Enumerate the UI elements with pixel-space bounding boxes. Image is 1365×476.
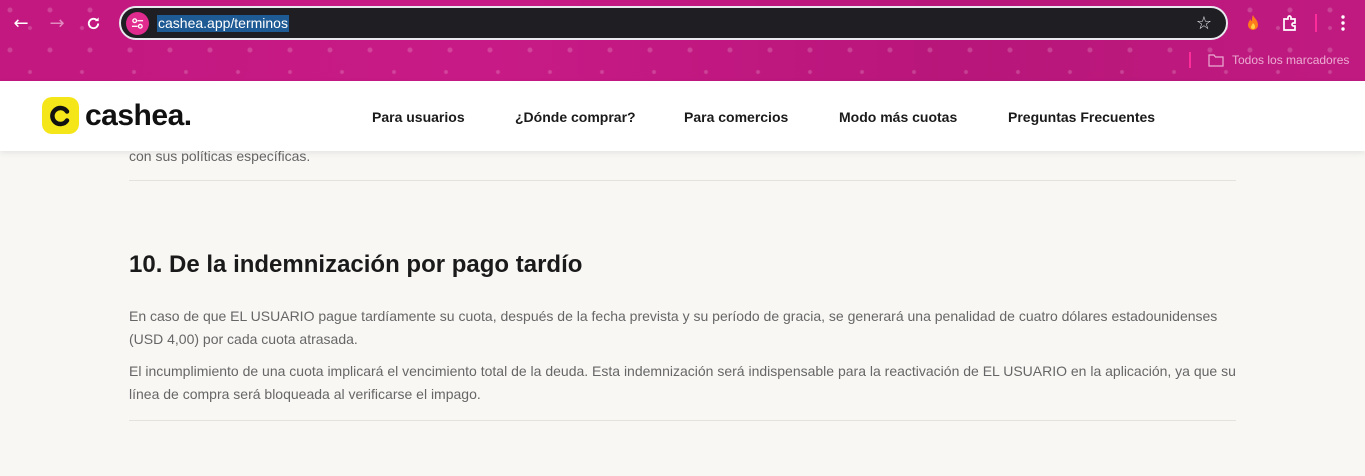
arrow-right-icon: → [49,12,65,34]
fire-extension-icon[interactable] [1240,10,1266,36]
section-divider [129,180,1236,181]
nav-donde-comprar[interactable]: ¿Dónde comprar? [515,109,636,125]
browser-toolbar: ← → cashea.app/terminos ☆ Todos los marc… [0,0,1365,81]
site-header: cashea. Para usuarios ¿Dónde comprar? Pa… [0,81,1365,151]
arrow-left-icon: ← [13,12,29,34]
nav-para-usuarios[interactable]: Para usuarios [372,109,465,125]
toolbar-separator [1315,14,1317,32]
bookmarks-folder-label: Todos los marcadores [1232,53,1350,67]
nav-modo-mas-cuotas[interactable]: Modo más cuotas [839,109,957,125]
all-bookmarks-folder[interactable]: Todos los marcadores [1208,52,1349,68]
logo-mark-icon [42,97,79,134]
bookmarks-separator [1189,52,1191,68]
back-button[interactable]: ← [7,9,35,37]
logo-wordmark: cashea. [85,98,192,132]
section-title: 10. De la indemnización por pago tardío [129,251,583,278]
folder-icon [1208,54,1224,67]
forward-button[interactable]: → [43,9,71,37]
puzzle-icon[interactable] [1277,10,1303,36]
section-paragraph: En caso de que EL USUARIO pague tardíame… [129,308,1218,347]
section-paragraph: El incumplimiento de una cuota implicará… [129,363,1236,402]
tune-icon [131,18,144,29]
kebab-menu-icon[interactable] [1330,10,1356,36]
site-info-button[interactable] [126,12,149,35]
nav-para-comercios[interactable]: Para comercios [684,109,788,125]
reload-icon [87,16,99,29]
section-divider [129,420,1236,421]
star-icon[interactable]: ☆ [1196,13,1212,34]
address-bar[interactable]: cashea.app/terminos ☆ [119,6,1228,40]
nav-preguntas-frecuentes[interactable]: Preguntas Frecuentes [1008,109,1155,125]
cashea-logo[interactable]: cashea. [42,97,192,134]
url-text[interactable]: cashea.app/terminos [157,15,289,32]
reload-button[interactable] [79,9,107,37]
